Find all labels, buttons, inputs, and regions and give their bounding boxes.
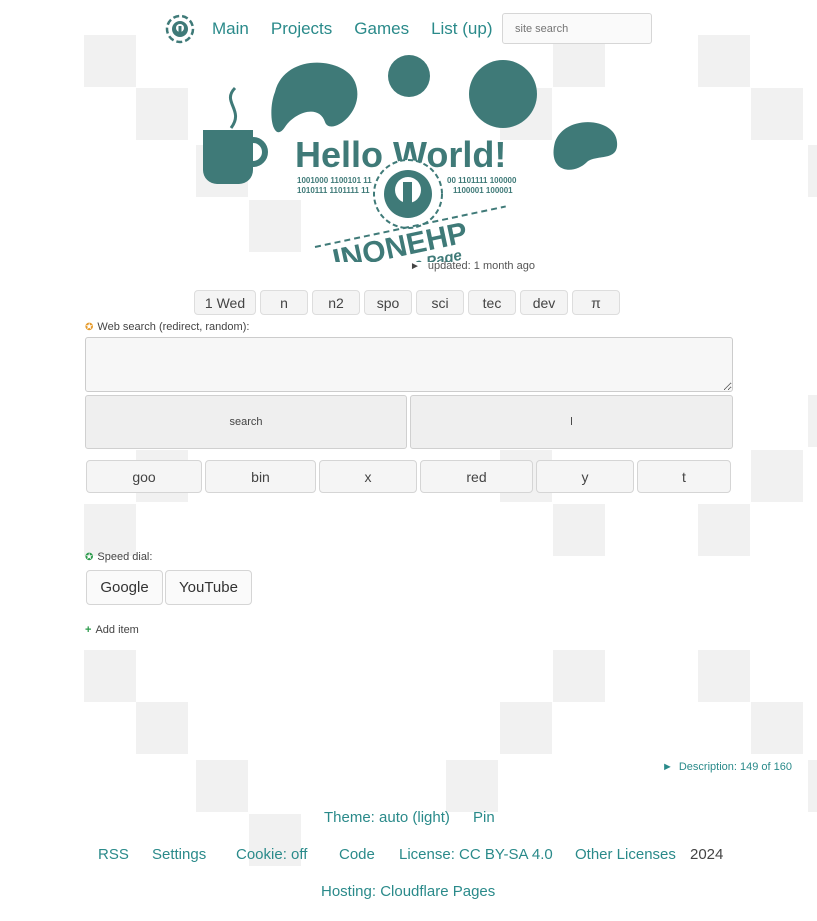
engine-x-button[interactable]: x	[319, 460, 417, 493]
site-search-input[interactable]	[502, 13, 652, 44]
plus-icon: +	[85, 624, 92, 636]
nav-list-link[interactable]: List (up)	[431, 19, 492, 39]
tab-dev[interactable]: dev	[520, 290, 568, 315]
updated-text: updated: 1 month ago	[427, 260, 535, 272]
theme-link[interactable]: Theme: auto (light)	[324, 809, 450, 826]
license-link[interactable]: License: CC BY-SA 4.0	[399, 846, 553, 863]
tab-sci[interactable]: sci	[416, 290, 464, 315]
hero-binary-right-2: 1100001 100001	[453, 186, 513, 195]
search-button[interactable]: search	[85, 395, 407, 449]
engine-goo-button[interactable]: goo	[86, 460, 202, 493]
coffee-cup-icon	[203, 86, 268, 184]
speed-dial-label-text: Speed dial:	[97, 551, 153, 563]
triangle-right-icon: ►	[661, 761, 673, 773]
site-logo-icon[interactable]	[164, 13, 196, 45]
dot-icon	[388, 55, 430, 97]
other-licenses-link[interactable]: Other Licenses	[575, 846, 676, 863]
rss-link[interactable]: RSS	[98, 846, 129, 863]
lucky-button[interactable]: l	[410, 395, 733, 449]
speed-dial-list: Google YouTube	[86, 570, 252, 605]
tab-pi[interactable]: π	[572, 290, 620, 315]
star-icon: ✪	[85, 322, 94, 333]
tab-n[interactable]: n	[260, 290, 308, 315]
code-link[interactable]: Code	[339, 846, 375, 863]
description-text: Description: 149 of 160	[678, 761, 792, 773]
speed-dial-youtube[interactable]: YouTube	[165, 570, 252, 605]
copyright-year: 2024	[690, 846, 724, 863]
nav-projects-link[interactable]: Projects	[271, 19, 332, 39]
speed-dial-google[interactable]: Google	[86, 570, 163, 605]
hero-binary-right: 00 1101111 100000	[447, 176, 517, 185]
cookie-link[interactable]: Cookie: off	[236, 846, 307, 863]
engine-bin-button[interactable]: bin	[205, 460, 316, 493]
speed-dial-label: ✪ Speed dial:	[85, 551, 152, 563]
nav-main-link[interactable]: Main	[212, 19, 249, 39]
nav-games-link[interactable]: Games	[354, 19, 409, 39]
top-nav: Main Projects Games List (up)	[164, 12, 515, 46]
settings-link[interactable]: Settings	[152, 846, 206, 863]
hero-banner: Hello World! 1001000 1100101 11 1010111 …	[203, 55, 618, 262]
search-engines: goo bin x red y t	[86, 460, 731, 493]
add-item-label: Add item	[95, 624, 139, 636]
star-green-icon: ✪	[85, 552, 94, 563]
engine-red-button[interactable]: red	[420, 460, 533, 493]
engine-t-button[interactable]: t	[637, 460, 731, 493]
web-search-input[interactable]	[85, 337, 733, 392]
tab-n2[interactable]: n2	[312, 290, 360, 315]
dot-large-icon	[469, 60, 537, 128]
blob-right-icon	[553, 122, 618, 170]
tab-wed[interactable]: 1 Wed	[194, 290, 256, 315]
tab-tec[interactable]: tec	[468, 290, 516, 315]
description-toggle[interactable]: ► Description: 149 of 160	[662, 761, 792, 773]
triangle-right-icon: ►	[410, 261, 420, 272]
web-search-label-text: Web search (redirect, random):	[97, 321, 250, 333]
center-logo-icon	[373, 159, 443, 229]
updated-toggle[interactable]: ► updated: 1 month ago	[410, 260, 535, 272]
hosting-link[interactable]: Hosting: Cloudflare Pages	[321, 883, 495, 900]
blob-large-icon	[271, 62, 358, 133]
category-tabs: 1 Wed n n2 spo sci tec dev π	[194, 290, 620, 315]
web-search-label: ✪ Web search (redirect, random):	[85, 321, 249, 333]
engine-y-button[interactable]: y	[536, 460, 634, 493]
hero-binary-left: 1001000 1100101 11	[297, 176, 372, 185]
add-item-button[interactable]: + Add item	[85, 624, 139, 636]
hero-binary-left-2: 1010111 1101111 11	[297, 186, 370, 195]
pin-link[interactable]: Pin	[473, 809, 495, 826]
tab-spo[interactable]: spo	[364, 290, 412, 315]
